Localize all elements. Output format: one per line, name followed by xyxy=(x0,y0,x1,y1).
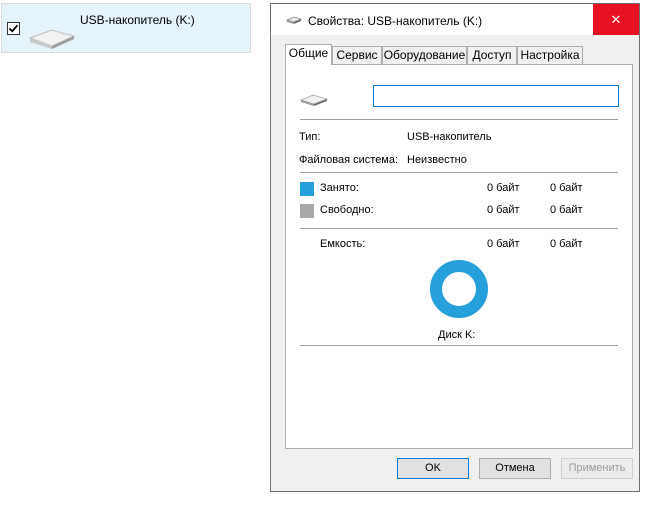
tab-customize[interactable]: Настройка xyxy=(517,46,583,64)
properties-dialog: Свойства: USB-накопитель (K:) ✕ Общие Се… xyxy=(270,3,640,492)
general-panel: Тип: USB-накопитель Файловая система: Не… xyxy=(285,64,633,449)
close-button[interactable]: ✕ xyxy=(593,4,639,35)
separator xyxy=(300,172,618,173)
usb-drive-icon xyxy=(300,94,328,106)
ok-button[interactable]: OK xyxy=(397,458,469,479)
tab-label: Настройка xyxy=(520,48,580,62)
separator xyxy=(300,228,618,229)
tab-tools[interactable]: Сервис xyxy=(332,46,382,64)
tab-label: Доступ xyxy=(472,48,512,62)
title-bar[interactable]: Свойства: USB-накопитель (K:) ✕ xyxy=(271,4,639,35)
tab-label: Оборудование xyxy=(383,48,466,62)
free-size: 0 байт xyxy=(550,204,583,216)
drive-checkbox[interactable] xyxy=(7,22,20,35)
tab-label: Общие xyxy=(288,46,329,60)
used-size: 0 байт xyxy=(550,182,583,194)
window-title: Свойства: USB-накопитель (K:) xyxy=(308,14,483,28)
drive-tile[interactable]: USB-накопитель (K:) xyxy=(1,3,251,53)
type-value: USB-накопитель xyxy=(407,131,492,143)
tab-hardware[interactable]: Оборудование xyxy=(382,46,467,64)
tab-general[interactable]: Общие xyxy=(285,44,332,65)
drive-label: USB-накопитель (K:) xyxy=(80,13,195,27)
close-icon: ✕ xyxy=(610,11,622,27)
free-space-swatch xyxy=(300,204,314,218)
disk-label: Диск K: xyxy=(438,329,476,341)
filesystem-label: Файловая система: xyxy=(299,154,399,166)
capacity-bytes: 0 байт xyxy=(487,238,520,250)
checkmark-icon xyxy=(8,24,19,33)
type-label: Тип: xyxy=(299,131,321,143)
free-bytes: 0 байт xyxy=(487,204,520,216)
usb-drive-icon xyxy=(28,29,76,49)
cancel-button[interactable]: Отмена xyxy=(479,458,551,479)
used-label: Занято: xyxy=(320,182,359,194)
usb-drive-icon xyxy=(286,16,302,24)
separator xyxy=(300,119,618,120)
apply-button[interactable]: Применить xyxy=(561,458,633,479)
used-space-swatch xyxy=(300,182,314,196)
used-bytes: 0 байт xyxy=(487,182,520,194)
free-label: Свободно: xyxy=(320,204,374,216)
tab-sharing[interactable]: Доступ xyxy=(467,46,517,64)
tab-label: Сервис xyxy=(336,48,378,62)
drive-name-input[interactable] xyxy=(373,85,619,107)
separator xyxy=(300,345,618,346)
filesystem-value: Неизвестно xyxy=(407,154,467,166)
disk-usage-ring xyxy=(430,260,488,318)
capacity-label: Емкость: xyxy=(320,238,366,250)
capacity-size: 0 байт xyxy=(550,238,583,250)
